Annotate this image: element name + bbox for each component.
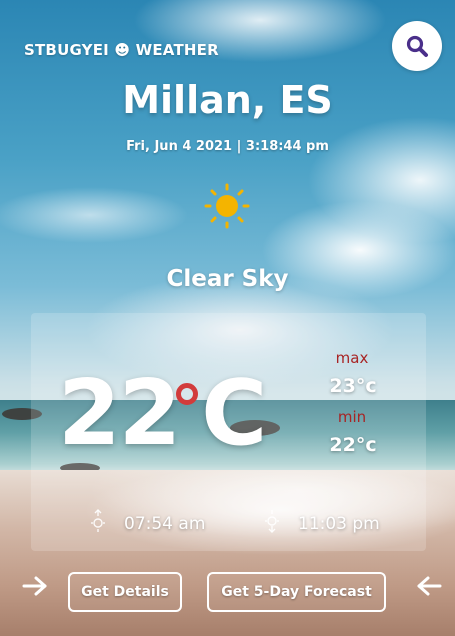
app-brand: STBUGYEI ☻ WEATHER bbox=[24, 41, 219, 59]
date-time: Fri, Jun 4 2021 | 3:18:44 pm bbox=[126, 139, 329, 154]
degree-icon bbox=[176, 383, 198, 405]
city-name: Millan, ES bbox=[122, 78, 333, 122]
sunrise-time: 07:54 am bbox=[124, 514, 206, 534]
temperature-unit: C bbox=[201, 361, 267, 466]
get-details-button[interactable]: Get Details bbox=[68, 572, 182, 612]
sunset-time: 11:03 pm bbox=[298, 514, 380, 534]
temperature-value: 22 bbox=[58, 361, 181, 466]
sunrise-icon bbox=[91, 509, 105, 532]
get-forecast-button[interactable]: Get 5-Day Forecast bbox=[207, 572, 386, 612]
min-temperature: 22°c bbox=[329, 434, 377, 456]
sun-icon bbox=[204, 183, 250, 229]
max-temperature: 23°c bbox=[329, 375, 377, 397]
arrow-left-icon[interactable] bbox=[415, 575, 443, 597]
search-icon bbox=[406, 35, 428, 57]
max-label: max bbox=[335, 349, 369, 367]
weather-app: STBUGYEI ☻ WEATHER Millan, ES Fri, Jun 4… bbox=[0, 0, 455, 636]
sunset-icon bbox=[265, 510, 279, 533]
min-label: min bbox=[337, 408, 367, 426]
arrow-right-icon[interactable] bbox=[21, 575, 49, 597]
search-button[interactable] bbox=[392, 21, 442, 71]
weather-condition: Clear Sky bbox=[166, 266, 289, 292]
current-temperature: 22 C bbox=[58, 369, 267, 459]
